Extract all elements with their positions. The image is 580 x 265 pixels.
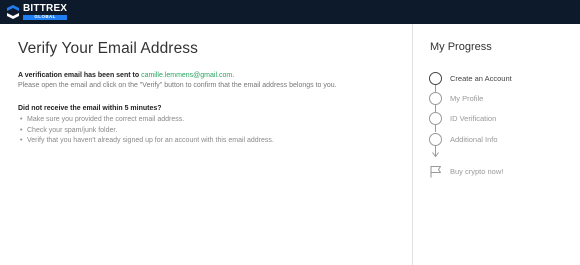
tip-item: Make sure you provided the correct email… — [20, 116, 274, 127]
email-sent-prefix: A verification email has been sent to — [18, 72, 140, 79]
bittrex-logo-icon — [6, 5, 20, 19]
progress-step-my-profile: My Profile — [429, 91, 483, 105]
step-label: Create an Account — [450, 73, 512, 83]
progress-sidebar: My Progress Create an Account My Profile… — [412, 24, 580, 265]
tips-list: Make sure you provided the correct email… — [20, 116, 274, 148]
logo-subtitle: GLOBAL — [23, 15, 68, 21]
step-label: Buy crypto now! — [450, 166, 504, 176]
email-sent-suffix: . — [232, 72, 235, 79]
not-received-heading: Did not receive the email within 5 minut… — [18, 105, 162, 112]
arrow-down-icon — [432, 152, 439, 158]
logo-name: BITTREX — [23, 2, 68, 14]
progress-step-buy-crypto: Buy crypto now! — [429, 164, 503, 178]
progress-title: My Progress — [430, 41, 492, 53]
progress-step-id-verification: ID Verification — [429, 111, 496, 125]
page-title: Verify Your Email Address — [18, 40, 198, 57]
top-navbar: BITTREX GLOBAL — [0, 0, 580, 24]
step-connector — [435, 125, 436, 132]
step-label: ID Verification — [450, 113, 497, 123]
step-active-circle-icon — [429, 71, 442, 85]
tip-item: Verify that you haven't already signed u… — [20, 137, 274, 148]
verify-instruction: Please open the email and click on the "… — [18, 82, 337, 89]
step-label: My Profile — [450, 93, 484, 103]
step-circle-icon — [429, 132, 442, 146]
bittrex-logo[interactable]: BITTREX GLOBAL — [6, 2, 68, 21]
step-circle-icon — [429, 91, 442, 105]
tip-item: Check your spam/junk folder. — [20, 127, 274, 138]
progress-step-additional-info: Additional Info — [429, 132, 498, 146]
step-label: Additional Info — [450, 134, 498, 144]
email-address-link[interactable]: camille.lemmens@gmail.com — [141, 72, 232, 79]
flag-icon — [429, 165, 442, 178]
email-sent-message: A verification email has been sent to ca… — [18, 72, 234, 79]
progress-step-create-account: Create an Account — [429, 71, 512, 85]
verify-email-panel: Verify Your Email Address A verification… — [0, 24, 412, 265]
step-circle-icon — [429, 111, 442, 125]
